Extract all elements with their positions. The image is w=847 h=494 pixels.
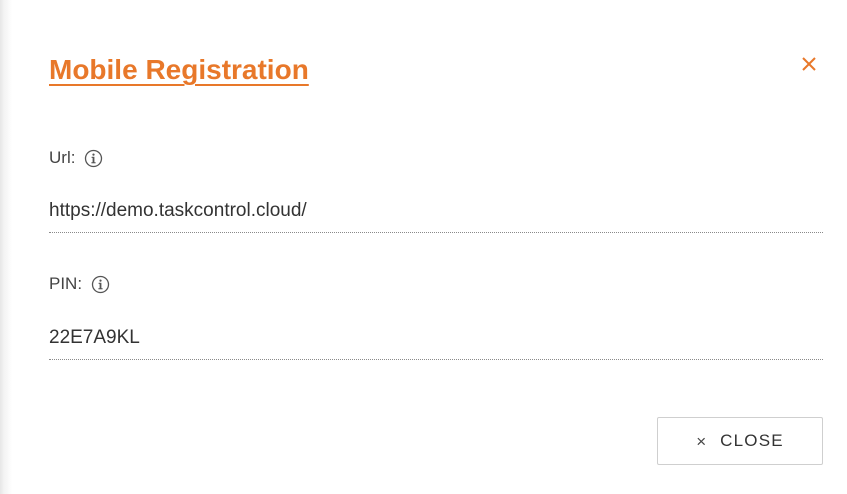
- url-value[interactable]: https://demo.taskcontrol.cloud/: [49, 199, 307, 223]
- close-button-label: CLOSE: [720, 431, 784, 450]
- close-button-icon: ×: [696, 431, 707, 451]
- url-label: Url:: [49, 148, 76, 167]
- pin-field[interactable]: 22E7A9KL: [49, 326, 823, 360]
- pin-label: PIN:: [49, 274, 83, 293]
- close-button[interactable]: × CLOSE: [657, 417, 823, 465]
- pin-value[interactable]: 22E7A9KL: [49, 326, 140, 350]
- dialog-title: Mobile Registration: [49, 54, 309, 85]
- close-icon-glyph: [802, 57, 816, 71]
- dialog-left-shadow: [0, 0, 12, 494]
- close-icon[interactable]: [797, 52, 821, 76]
- url-label-row: Url:: [49, 147, 103, 169]
- url-info-icon[interactable]: [84, 149, 103, 168]
- pin-label-row: PIN:: [49, 273, 110, 295]
- pin-info-icon[interactable]: [91, 275, 110, 294]
- mobile-registration-dialog: Mobile Registration Url: https://demo.ta…: [0, 0, 847, 494]
- url-field[interactable]: https://demo.taskcontrol.cloud/: [49, 199, 823, 233]
